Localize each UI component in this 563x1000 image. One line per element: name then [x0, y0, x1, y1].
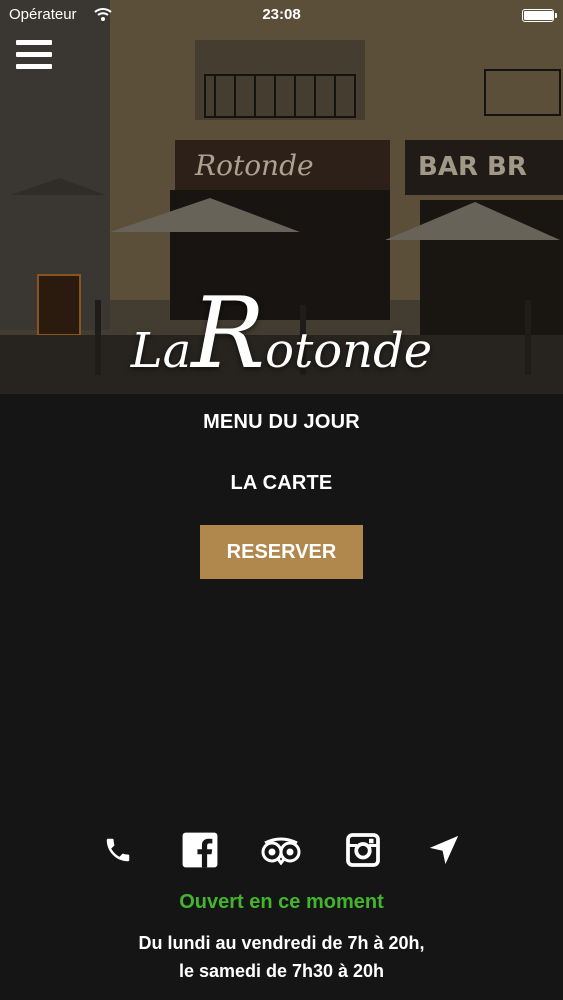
hours-line-1: Du lundi au vendredi de 7h à 20h,	[138, 933, 425, 953]
hero-image: Rotonde BAR BR Opérateur 23:08 LaRotonde	[0, 0, 563, 394]
la-carte-link[interactable]: LA CARTE	[0, 472, 563, 495]
logo-la: La	[130, 323, 192, 379]
reserve-button[interactable]: RESERVER	[200, 525, 363, 579]
logo-r: R	[191, 277, 266, 391]
battery-level	[524, 11, 553, 20]
logo-otonde: otonde	[265, 323, 433, 379]
restaurant-logo: LaRotonde	[0, 285, 563, 383]
status-time: 23:08	[262, 6, 301, 23]
location-arrow-icon[interactable]	[422, 828, 466, 872]
menu-hamburger-icon[interactable]	[16, 40, 52, 70]
open-status: Ouvert en ce moment	[179, 891, 384, 913]
facebook-icon[interactable]	[178, 828, 222, 872]
hours-line-2: le samedi de 7h30 à 20h	[178, 961, 385, 981]
instagram-icon[interactable]	[341, 828, 385, 872]
status-bar: Opérateur 23:08	[0, 0, 563, 30]
battery-icon	[522, 9, 557, 22]
tripadvisor-icon[interactable]	[259, 828, 303, 872]
phone-icon[interactable]	[96, 828, 140, 872]
menu-du-jour-link[interactable]: MENU DU JOUR	[0, 411, 563, 434]
